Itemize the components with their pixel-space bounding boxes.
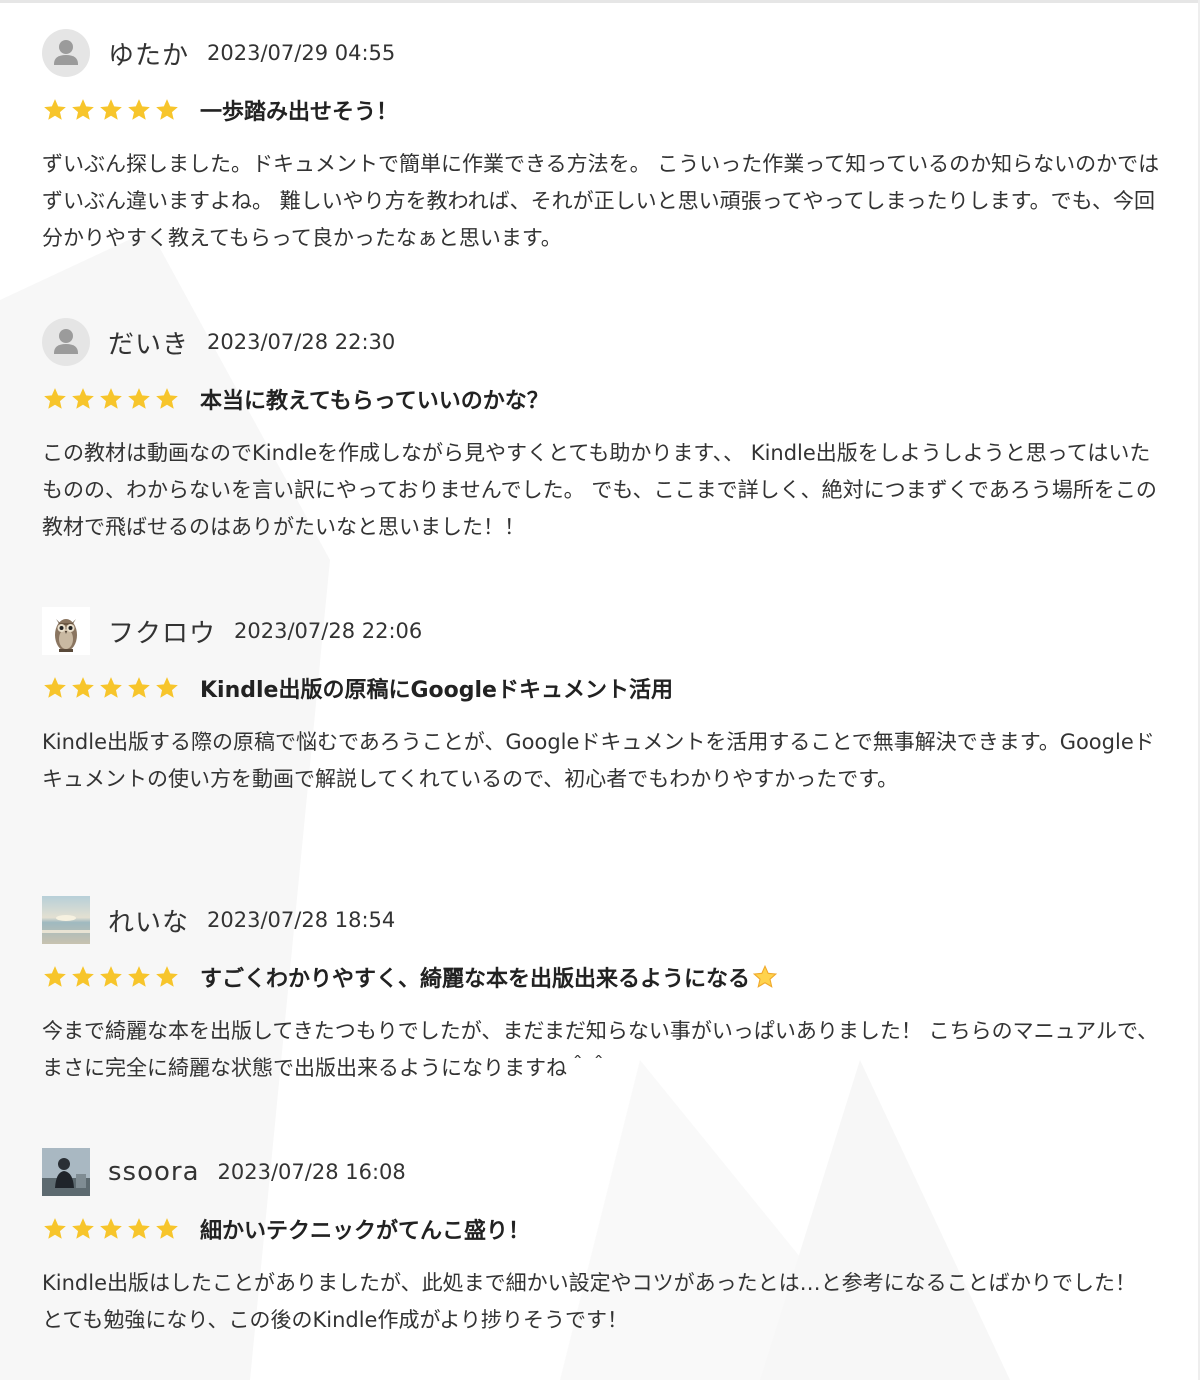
review-body: この教材は動画なのでKindleを作成しながら見やすくとても助かります、、 Ki… (42, 441, 1157, 539)
star-icon (100, 677, 122, 698)
star-icon (72, 99, 94, 120)
review-date: 2023/07/28 16:08 (217, 1160, 406, 1184)
star-icon (128, 966, 150, 987)
default-user-icon[interactable] (42, 29, 90, 77)
star-icon (128, 677, 150, 698)
review-item: だいき 2023/07/28 22:30 本当に教えてもらっていいのかな？ この… (42, 317, 1162, 546)
review-date: 2023/07/28 22:06 (234, 619, 423, 643)
review-date: 2023/07/29 04:55 (207, 41, 396, 65)
star-icon (72, 388, 94, 409)
person-photo-avatar[interactable] (42, 1148, 90, 1196)
star-icon (100, 966, 122, 987)
review-item: ゆたか 2023/07/29 04:55 一歩踏み出せそう！ ずいぶん探しました… (42, 28, 1162, 257)
star-icon (100, 1218, 122, 1239)
review-item: フクロウ 2023/07/28 22:06 Kindle出版の原稿にGoogle… (42, 606, 1162, 798)
star-icon (100, 99, 122, 120)
review-header: ゆたか 2023/07/29 04:55 (42, 28, 1162, 78)
star-icon (44, 677, 66, 698)
star-icon (100, 388, 122, 409)
review-body: ずいぶん探しました。ドキュメントで簡単に作業できる方法を。 こういった作業って知… (42, 152, 1160, 250)
review-title: 本当に教えてもらっていいのかな？ (200, 389, 549, 414)
review-title-row: すごくわかりやすく、綺麗な本を出版出来るようになる (42, 959, 1162, 995)
review-title-text: すごくわかりやすく、綺麗な本を出版出来るようになる (200, 967, 751, 992)
star-rating (42, 675, 182, 701)
review-body: Kindle出版はしたことがありましたが、此処まで細かい設定やコツがあったとは…… (42, 1271, 1136, 1332)
star-icon (156, 99, 178, 120)
review-body: Kindle出版する際の原稿で悩むであろうことが、Googleドキュメントを活用… (42, 730, 1155, 791)
reviewer-name[interactable]: ゆたか (108, 35, 189, 72)
star-rating (42, 97, 182, 123)
star-rating (42, 386, 182, 412)
review-title: すごくわかりやすく、綺麗な本を出版出来るようになる (200, 961, 778, 993)
reviewer-name[interactable]: ssoora (108, 1157, 200, 1187)
star-rating (42, 964, 182, 990)
review-date: 2023/07/28 18:54 (207, 908, 396, 932)
review-title-row: 細かいテクニックがてんこ盛り！ (42, 1211, 1162, 1247)
review-title: 細かいテクニックがてんこ盛り！ (200, 1219, 531, 1244)
star-icon (72, 966, 94, 987)
default-user-icon[interactable] (42, 318, 90, 366)
star-icon (44, 99, 66, 120)
review-body: 今まで綺麗な本を出版してきたつもりでしたが、まだまだ知らない事がいっぱいありまし… (42, 1019, 1159, 1080)
review-title-row: 本当に教えてもらっていいのかな？ (42, 381, 1162, 417)
star-emoji-icon (752, 964, 778, 988)
review-header: だいき 2023/07/28 22:30 (42, 317, 1162, 367)
review-header: フクロウ 2023/07/28 22:06 (42, 606, 1162, 656)
star-icon (156, 966, 178, 987)
star-icon (156, 677, 178, 698)
review-header: れいな 2023/07/28 18:54 (42, 895, 1162, 945)
star-icon (128, 1218, 150, 1239)
star-icon (156, 388, 178, 409)
star-icon (128, 99, 150, 120)
star-icon (156, 1218, 178, 1239)
owl-avatar[interactable] (42, 607, 90, 655)
review-date: 2023/07/28 22:30 (207, 330, 396, 354)
review-title: Kindle出版の原稿にGoogleドキュメント活用 (200, 678, 673, 703)
beach-photo-avatar[interactable] (42, 896, 90, 944)
star-icon (44, 1218, 66, 1239)
review-title-row: 一歩踏み出せそう！ (42, 92, 1162, 128)
star-icon (72, 677, 94, 698)
top-divider (0, 0, 1200, 3)
star-icon (72, 1218, 94, 1239)
review-header: ssoora 2023/07/28 16:08 (42, 1147, 1162, 1197)
reviewer-name[interactable]: フクロウ (108, 613, 216, 650)
review-title-row: Kindle出版の原稿にGoogleドキュメント活用 (42, 670, 1162, 706)
review-item: ssoora 2023/07/28 16:08 細かいテクニックがてんこ盛り！ … (42, 1147, 1162, 1339)
star-icon (44, 388, 66, 409)
review-title: 一歩踏み出せそう！ (200, 100, 399, 125)
review-item: れいな 2023/07/28 18:54 すごくわかりやすく、綺麗な本を出版出来… (42, 895, 1162, 1087)
reviewer-name[interactable]: だいき (108, 324, 189, 361)
star-icon (44, 966, 66, 987)
star-icon (128, 388, 150, 409)
star-rating (42, 1216, 182, 1242)
reviewer-name[interactable]: れいな (108, 902, 189, 939)
